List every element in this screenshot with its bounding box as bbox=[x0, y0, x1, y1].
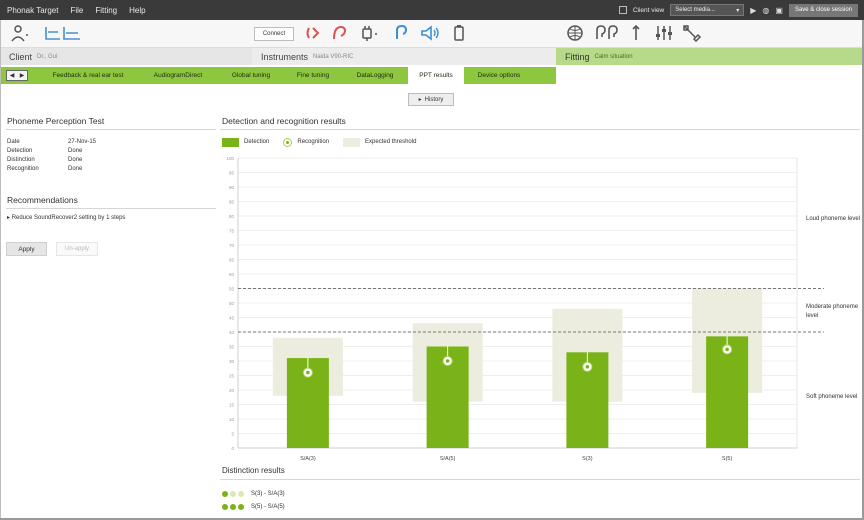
distinction-pair: S(3) - S/A(3) bbox=[251, 491, 285, 497]
y-tick-label: 20 bbox=[229, 388, 235, 393]
y-tick-label: 30 bbox=[229, 359, 235, 364]
distinction-dot bbox=[238, 491, 244, 497]
y-tick-label: 25 bbox=[229, 374, 235, 379]
y-tick-label: 15 bbox=[229, 403, 235, 408]
y-tick-label: 5 bbox=[231, 432, 234, 437]
y-tick-label: 65 bbox=[229, 258, 235, 263]
y-tick-label: 10 bbox=[229, 417, 235, 422]
loud-level-label: Loud phoneme level bbox=[806, 216, 861, 222]
recognition-point-center bbox=[445, 359, 450, 363]
y-tick-label: 85 bbox=[229, 200, 235, 205]
y-tick-label: 40 bbox=[229, 330, 235, 335]
y-tick-label: 100 bbox=[226, 156, 234, 161]
y-tick-label: 80 bbox=[229, 214, 235, 219]
distinction-dot bbox=[230, 491, 236, 497]
detection-recognition-chart: 0 5 10 15 20 25 30 35 40 45 50 55 60 65 70 75 80 85 90 95 10… bbox=[226, 156, 824, 462]
y-tick-label: 35 bbox=[229, 345, 235, 350]
y-tick-label: 90 bbox=[229, 185, 235, 190]
divider bbox=[220, 479, 860, 480]
x-tick-label: S/A(5) bbox=[440, 456, 456, 462]
distinction-dot bbox=[222, 491, 228, 497]
y-tick-label: 55 bbox=[229, 287, 235, 292]
distinction-dot bbox=[222, 504, 228, 510]
y-tick-label: 95 bbox=[229, 171, 235, 176]
soft-level-label: Soft phoneme level bbox=[806, 394, 858, 400]
y-tick-label: 75 bbox=[229, 229, 235, 234]
x-tick-label: S(5) bbox=[722, 456, 733, 462]
moderate-level-label: Moderate phoneme level bbox=[806, 304, 859, 319]
recognition-point-center bbox=[306, 370, 310, 375]
distinction-title: Distinction results bbox=[222, 466, 285, 475]
y-tick-label: 60 bbox=[229, 272, 235, 277]
x-tick-label: S(3) bbox=[582, 456, 593, 462]
distinction-row: S(3) - S/A(3) bbox=[222, 489, 285, 499]
y-tick-label: 70 bbox=[229, 243, 235, 248]
distinction-dot bbox=[238, 504, 244, 510]
y-tick-label: 45 bbox=[229, 316, 235, 321]
recognition-point-center bbox=[585, 365, 590, 369]
recognition-point-center bbox=[725, 347, 729, 352]
y-tick-label: 0 bbox=[231, 446, 234, 451]
x-tick-label: S/A(3) bbox=[300, 456, 316, 462]
distinction-dot bbox=[230, 504, 236, 510]
window-border bbox=[0, 20, 1, 520]
y-tick-label: 50 bbox=[229, 301, 235, 306]
distinction-pair: S(5) - S/A(5) bbox=[251, 504, 285, 510]
distinction-row: S(5) - S/A(5) bbox=[222, 502, 285, 512]
